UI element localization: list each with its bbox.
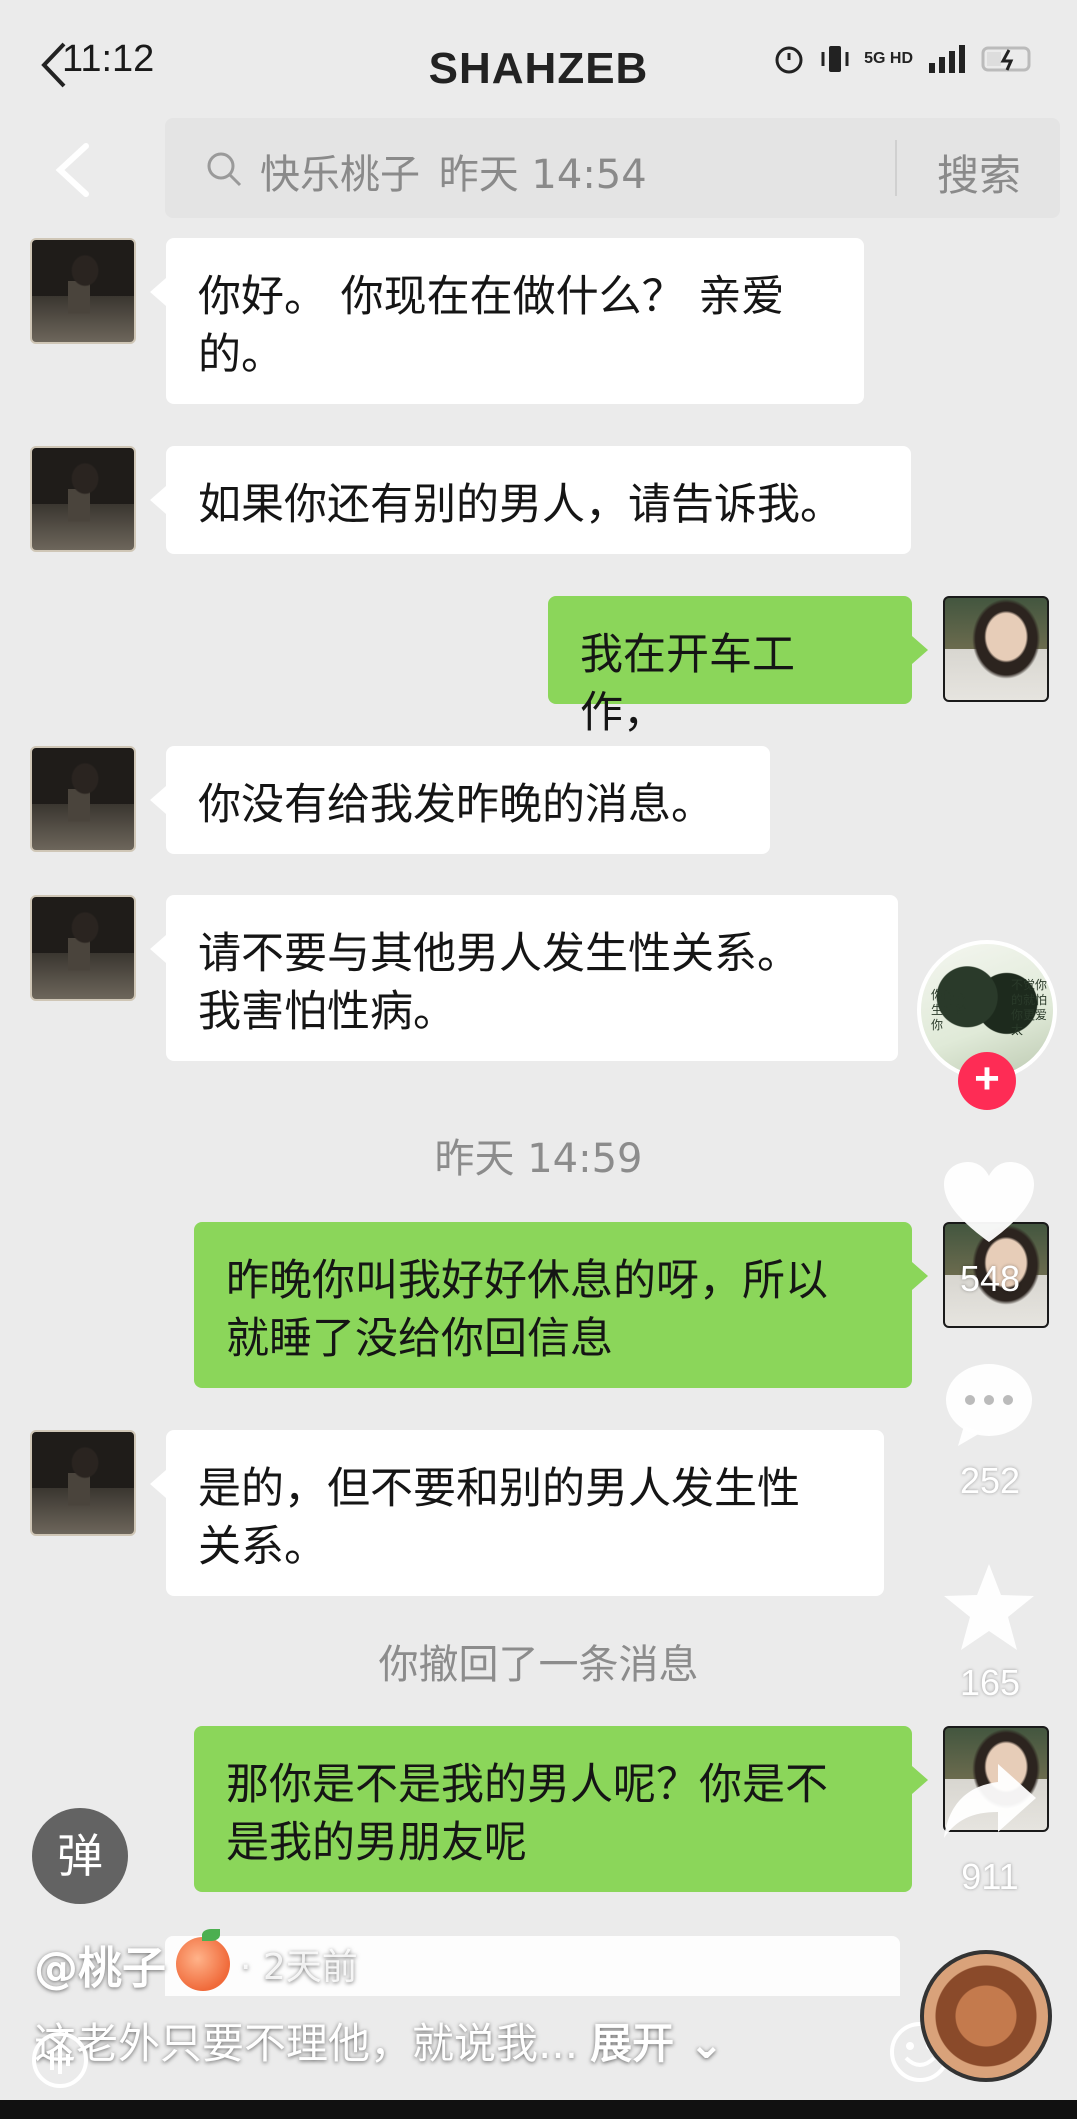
comment-count: 252	[959, 1460, 1021, 1501]
vibrate-icon	[821, 46, 849, 72]
message-line: 请不要与其他男人发生性关系。	[198, 929, 800, 979]
contact-avatar[interactable]	[30, 1430, 136, 1536]
search-query-text: 快乐桃子	[260, 152, 420, 198]
message-line: 我害怕性病。	[198, 987, 456, 1037]
sound-icon[interactable]	[30, 2030, 90, 2090]
message-line: 关系。	[198, 1522, 327, 1572]
message-line: 我在开车工作，	[580, 630, 795, 738]
message-bubble-received[interactable]: 是的，但不要和别的男人发生性 关系。	[150, 1430, 884, 1596]
message-bubble-sent[interactable]: 那你是不是我的男人呢？你是不 是我的男朋友呢	[194, 1726, 928, 1892]
search-icon	[207, 152, 242, 187]
expand-link[interactable]: 展开 ⌄	[590, 2019, 724, 2068]
contact-avatar[interactable]	[30, 895, 136, 1001]
network-label: 5G HD	[864, 50, 913, 67]
music-disc-avatar[interactable]	[920, 1950, 1052, 2082]
like-count: 548	[959, 1258, 1021, 1299]
creator-avatar-text: 你的人生怕给你	[931, 988, 968, 1032]
heart-icon[interactable]	[942, 1160, 1036, 1246]
back-arrow-icon[interactable]	[52, 140, 92, 200]
status-icons: 5G HD	[772, 42, 1037, 76]
message-line: 的。	[198, 330, 284, 380]
video-caption[interactable]: 这老外只要不理他，就说我... 展开 ⌄	[34, 2010, 724, 2071]
caption-text: 这老外只要不理他，就说我...	[34, 2019, 579, 2068]
message-bubble-received[interactable]: 如果你还有别的男人，请告诉我。	[150, 446, 911, 554]
message-line: 如果你还有别的男人，请告诉我。	[198, 480, 843, 530]
alarm-icon	[775, 46, 803, 74]
message-bubble-received[interactable]: 请不要与其他男人发生性关系。 我害怕性病。	[150, 895, 898, 1061]
message-line: 那你是不是我的男人呢？你是不	[226, 1760, 828, 1810]
recalled-notice: 你撤回了一条消息	[378, 1642, 699, 1688]
my-avatar[interactable]	[943, 596, 1049, 702]
follow-button[interactable]: +	[958, 1052, 1016, 1110]
contact-avatar[interactable]	[30, 746, 136, 852]
comment-icon[interactable]	[944, 1362, 1034, 1448]
peach-emoji-icon	[176, 1929, 230, 1991]
favorite-count: 165	[959, 1662, 1021, 1703]
star-icon[interactable]	[942, 1562, 1036, 1652]
message-line: 是的，但不要和别的男人发生性	[198, 1464, 800, 1514]
danmu-toggle-button[interactable]: 弹	[32, 1808, 128, 1904]
share-count: 911	[961, 1856, 1019, 1897]
contact-avatar[interactable]	[30, 238, 136, 344]
author-name[interactable]: @桃子	[34, 1932, 166, 1996]
message-bubble-received[interactable]: 你好。 你现在在做什么？ 亲爱 的。	[150, 238, 864, 404]
post-time: · 2天前	[240, 1947, 358, 1988]
message-line: 你好。 你现在在做什么？ 亲爱	[198, 272, 785, 322]
search-button[interactable]: 搜索	[937, 142, 1021, 203]
creator-avatar-text: 不觉你的就怕你更爱太	[1011, 978, 1048, 1037]
bottom-bar	[0, 2100, 1077, 2119]
contact-avatar[interactable]	[30, 446, 136, 552]
timestamp-divider: 昨天 14:59	[434, 1136, 643, 1182]
message-bubble-sent[interactable]: 我在开车工作，	[548, 596, 928, 738]
author-row[interactable]: @桃子 · 2天前	[34, 1929, 358, 1996]
signal-icon	[929, 45, 965, 73]
search-divider	[895, 140, 897, 196]
battery-icon	[981, 46, 1031, 72]
message-bubble-received[interactable]: 你没有给我发昨晚的消息。	[150, 746, 770, 854]
search-query[interactable]: 快乐桃子 昨天 14:54	[260, 142, 647, 200]
message-bubble-sent[interactable]: 昨晚你叫我好好休息的呀，所以 就睡了没给你回信息	[194, 1222, 928, 1388]
message-line: 你没有给我发昨晚的消息。	[198, 780, 714, 830]
expand-label: 展开	[590, 2019, 675, 2068]
message-line: 昨晚你叫我好好休息的呀，所以	[226, 1256, 828, 1306]
message-line: 就睡了没给你回信息	[226, 1314, 613, 1364]
message-line: 是我的男朋友呢	[226, 1818, 527, 1868]
search-time-text: 昨天 14:54	[438, 152, 647, 198]
share-icon[interactable]	[942, 1760, 1038, 1840]
